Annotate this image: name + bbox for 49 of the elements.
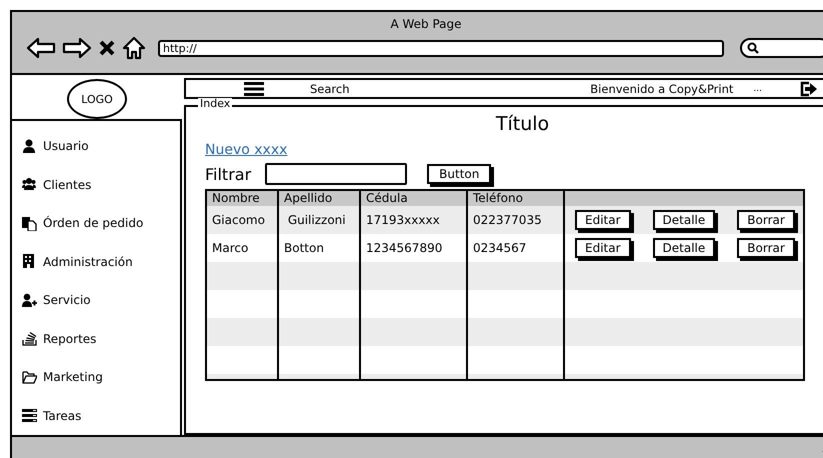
building-icon bbox=[22, 254, 37, 270]
person-icon bbox=[22, 138, 37, 154]
panel-legend: Index bbox=[198, 98, 232, 110]
column-header: Nombre bbox=[207, 191, 279, 206]
table-cell: 17193xxxxx bbox=[361, 206, 468, 234]
filter-label: Filtrar bbox=[205, 164, 252, 184]
search-link[interactable]: Search bbox=[310, 82, 350, 96]
action-button[interactable]: Editar bbox=[575, 210, 631, 230]
page-title: Título bbox=[494, 113, 550, 137]
action-button[interactable]: Borrar bbox=[737, 238, 795, 258]
close-icon[interactable] bbox=[98, 39, 116, 57]
person-plus-icon bbox=[22, 292, 37, 308]
window-title: A Web Page bbox=[390, 17, 462, 31]
new-link[interactable]: Nuevo xxxx bbox=[205, 142, 288, 158]
home-icon[interactable] bbox=[122, 36, 146, 60]
action-button[interactable]: Detalle bbox=[652, 238, 716, 258]
filter-button[interactable]: Button bbox=[427, 164, 492, 184]
sidebar-item[interactable]: Tareas bbox=[43, 408, 82, 423]
welcome-text: Bienvenido a Copy&Print bbox=[590, 82, 734, 96]
sidebar-item[interactable]: Administración bbox=[43, 254, 133, 269]
action-button[interactable]: Borrar bbox=[737, 210, 795, 230]
sidebar-item[interactable]: Usuario bbox=[43, 139, 89, 154]
sidebar-item[interactable]: Servicio bbox=[43, 293, 91, 308]
sidebar-item[interactable]: Clientes bbox=[43, 178, 92, 192]
search-field[interactable] bbox=[740, 38, 823, 58]
documents-icon bbox=[22, 216, 37, 231]
filter-field[interactable] bbox=[265, 163, 408, 185]
logout-icon[interactable] bbox=[800, 80, 818, 96]
forward-icon[interactable] bbox=[62, 37, 92, 59]
stack-icon bbox=[22, 331, 37, 346]
column-header: Apellido bbox=[279, 191, 361, 206]
search-icon bbox=[747, 42, 759, 54]
column-header: Teléfono bbox=[468, 191, 565, 206]
back-icon[interactable] bbox=[26, 37, 56, 59]
action-button[interactable]: Editar bbox=[575, 238, 631, 258]
list-icon bbox=[22, 408, 37, 424]
sidebar-item[interactable]: Marketing bbox=[43, 370, 103, 384]
folder-icon bbox=[22, 370, 37, 385]
url-field[interactable]: http:// bbox=[158, 40, 724, 56]
table-cell: 022377035 bbox=[468, 206, 565, 234]
table-cell: Guilizzoni bbox=[279, 206, 361, 234]
action-button[interactable]: Detalle bbox=[652, 210, 716, 230]
sidebar-item[interactable]: Órden de pedido bbox=[43, 216, 144, 230]
table-cell: Giacomo bbox=[207, 206, 279, 234]
people-icon bbox=[22, 177, 37, 192]
sidebar-item[interactable]: Reportes bbox=[43, 332, 96, 346]
more-link[interactable]: ... bbox=[753, 84, 762, 94]
menu-icon[interactable] bbox=[244, 82, 264, 96]
column-header: Cédula bbox=[361, 191, 468, 206]
